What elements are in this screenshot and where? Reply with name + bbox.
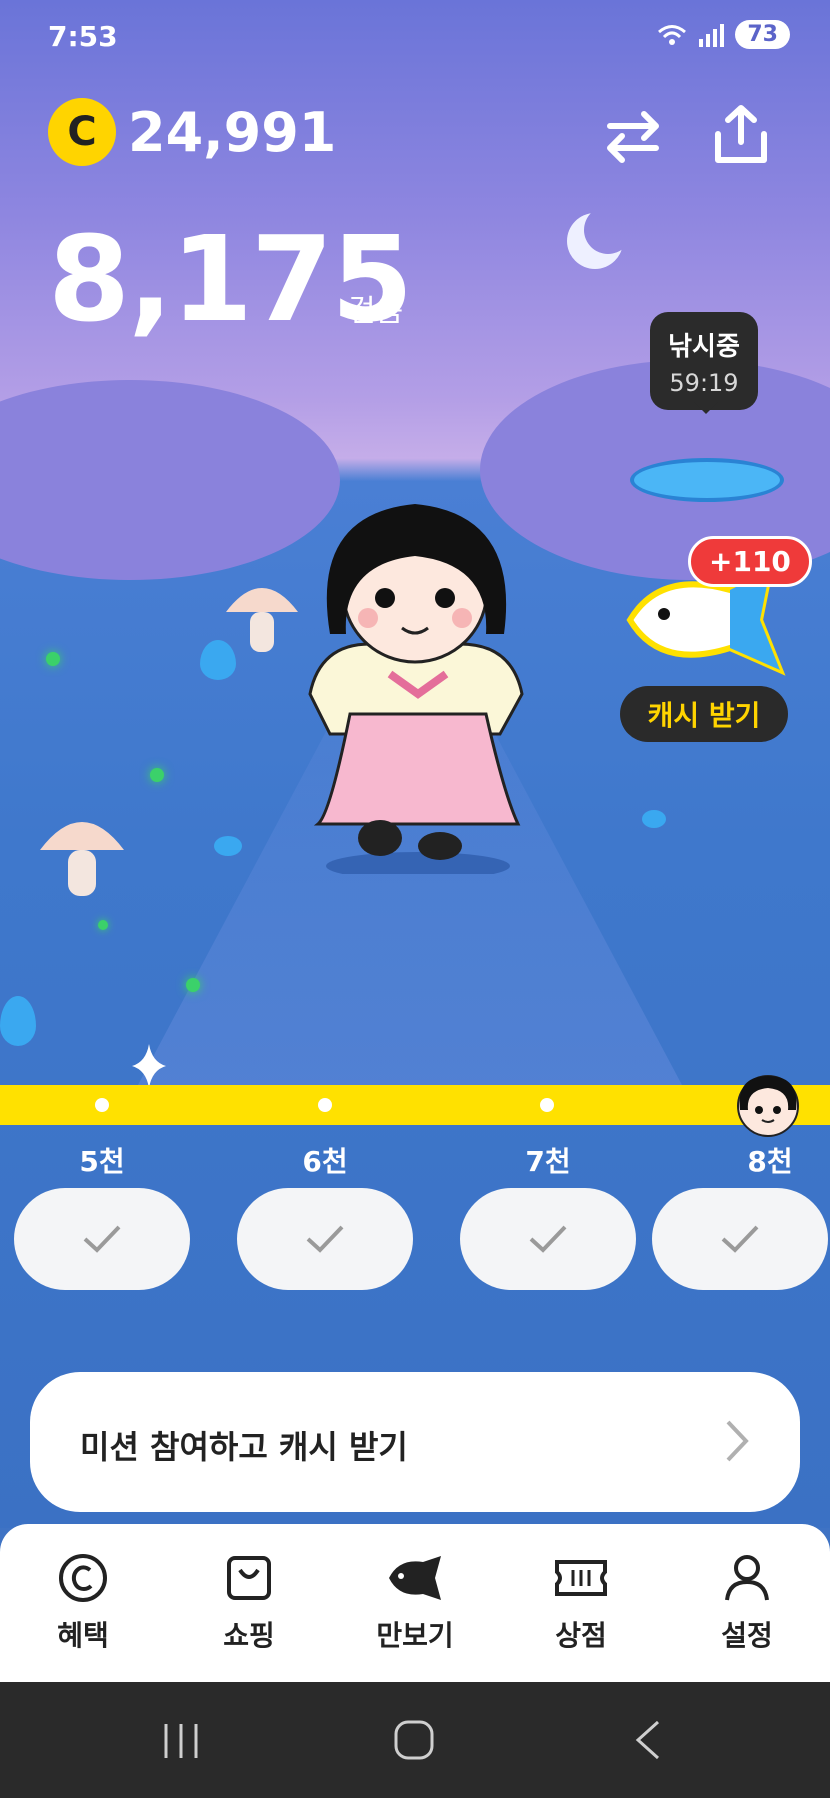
walking-scene: 7:53 73 C 24,991 8,175 걸음 낚시중 59:19 +110… — [0, 0, 830, 1528]
shopping-bag-icon — [227, 1556, 271, 1600]
fish-icon — [389, 1556, 441, 1600]
milestone-6000-button[interactable] — [237, 1188, 413, 1290]
home-icon[interactable] — [392, 1718, 436, 1762]
back-icon[interactable] — [632, 1718, 664, 1762]
check-icon — [83, 1225, 121, 1253]
nav-label: 쇼핑 — [223, 1619, 275, 1652]
nav-item-settings[interactable]: 설정 — [664, 1524, 830, 1682]
wifi-icon — [658, 24, 687, 45]
check-icon — [306, 1225, 344, 1253]
milestone-8000-button[interactable] — [652, 1188, 828, 1290]
nav-item-store[interactable]: 상점 — [498, 1524, 664, 1682]
milestone-label: 7천 — [525, 1145, 571, 1178]
droplet — [642, 810, 666, 828]
firefly — [186, 978, 200, 992]
battery-indicator: 73 — [735, 20, 790, 49]
coin-icon: C — [48, 98, 116, 166]
person-icon — [725, 1555, 769, 1601]
milestone-label: 5천 — [79, 1145, 125, 1178]
fishing-timer: 59:19 — [669, 369, 739, 397]
character-illustration — [308, 504, 524, 874]
share-icon[interactable] — [706, 100, 776, 170]
milestone-5000-button[interactable] — [14, 1188, 190, 1290]
milestone-label: 6천 — [302, 1145, 348, 1178]
firefly — [150, 768, 164, 782]
progress-dot — [318, 1098, 332, 1112]
mission-label: 미션 참여하고 캐시 받기 — [80, 1428, 408, 1466]
firefly — [98, 920, 108, 930]
droplet — [214, 836, 242, 856]
fishing-status-bubble: 낚시중 59:19 — [650, 312, 758, 414]
collect-cash-button[interactable]: 캐시 받기 — [620, 686, 788, 742]
status-bar: 7:53 73 — [48, 20, 790, 60]
coin-balance: C 24,991 — [48, 98, 336, 166]
copyright-icon — [59, 1554, 107, 1602]
bottom-nav: 혜택 쇼핑 만보기 상점 설정 — [0, 1524, 830, 1682]
nav-label: 설정 — [721, 1619, 773, 1652]
nav-label: 상점 — [555, 1619, 607, 1652]
mission-card[interactable]: 미션 참여하고 캐시 받기 — [30, 1372, 800, 1512]
ticket-icon — [555, 1560, 607, 1596]
fishing-pond — [630, 458, 784, 502]
nav-label: 혜택 — [57, 1619, 109, 1652]
check-icon — [529, 1225, 567, 1253]
swap-icon[interactable] — [598, 100, 668, 170]
nav-item-benefits[interactable]: 혜택 — [0, 1524, 166, 1682]
character-avatar-icon — [737, 1075, 799, 1137]
droplet — [0, 996, 36, 1046]
moon-icon — [567, 213, 623, 269]
nav-label: 만보기 — [376, 1619, 454, 1652]
reward-badge: +110 — [688, 536, 812, 587]
step-progress-bar — [0, 1085, 830, 1125]
step-unit: 걸음 — [348, 294, 404, 329]
mushroom-icon — [40, 822, 124, 896]
system-nav-bar — [0, 1682, 830, 1798]
milestone-7000-button[interactable] — [460, 1188, 636, 1290]
chevron-right-icon — [726, 1420, 749, 1462]
nav-item-shopping[interactable]: 쇼핑 — [166, 1524, 332, 1682]
signal-icon — [699, 23, 725, 47]
milestone-label: 8천 — [747, 1145, 793, 1178]
hill-left — [0, 380, 340, 580]
progress-dot — [95, 1098, 109, 1112]
firefly — [46, 652, 60, 666]
fishing-status: 낚시중 — [668, 332, 740, 362]
sparkle-icon — [132, 1044, 166, 1088]
status-time: 7:53 — [48, 20, 118, 53]
coin-balance-value: 24,991 — [128, 100, 337, 164]
droplet — [200, 640, 236, 680]
check-icon — [721, 1225, 759, 1253]
recent-apps-icon[interactable] — [160, 1720, 202, 1762]
progress-dot — [540, 1098, 554, 1112]
status-icons: 73 — [657, 20, 790, 49]
nav-item-pedometer[interactable]: 만보기 — [332, 1524, 498, 1682]
